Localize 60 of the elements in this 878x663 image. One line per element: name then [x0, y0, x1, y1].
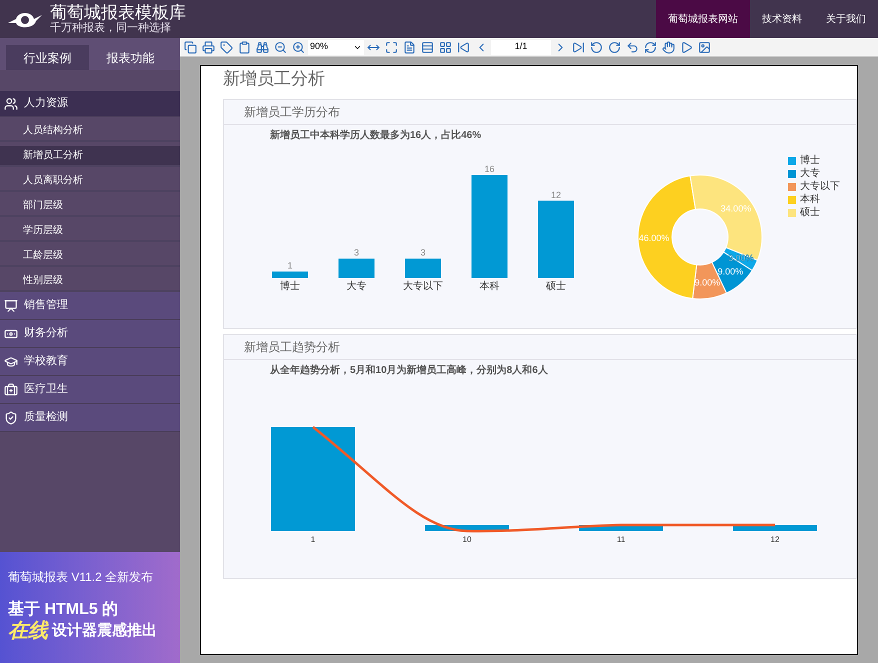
legend-label: 硕士: [800, 207, 820, 219]
banner-caption: 葡萄城报表 V11.2 全新发布: [8, 569, 154, 586]
menu-category[interactable]: 学校教育: [0, 348, 180, 376]
category-label: 12: [770, 535, 780, 544]
graduation-cap-icon: [4, 354, 18, 368]
report-title: 新增员工分析: [223, 68, 326, 90]
legend-label: 本科: [800, 194, 820, 206]
category-label: 博士: [280, 281, 300, 292]
chart-summary: 从全年趋势分析，5月和10月为新增员工高峰，分别为8人和6人: [269, 363, 549, 378]
tag-icon[interactable]: [218, 38, 235, 56]
bar: [405, 258, 441, 278]
slice-label: 9.00%: [718, 266, 744, 277]
bar-value: 1: [288, 260, 292, 271]
bar-value: 16: [484, 164, 494, 174]
presentation-board-icon: [4, 298, 18, 312]
category-label: 大专以下: [403, 281, 443, 292]
legend-label: 大专: [800, 168, 820, 180]
menu-category[interactable]: 质量检测: [0, 404, 180, 432]
bar-value: 3: [354, 248, 359, 258]
chart-summary: 新增员工中本科学历人数最多为16人，占比46%: [269, 128, 482, 143]
slice-label: 46.00%: [638, 232, 670, 243]
banner-highlight: 在线: [8, 620, 48, 642]
legend-label: 博士: [800, 155, 820, 167]
banner-headline: 基于 HTML5 的: [8, 600, 120, 620]
slice-label: 9.00%: [694, 277, 720, 288]
menu-category[interactable]: 人力资源: [0, 91, 180, 117]
nav-link[interactable]: 葡萄城报表网站: [656, 0, 750, 38]
category-label: 1: [310, 535, 316, 544]
category-label: 硕士: [546, 281, 566, 292]
banner-headline: 设计器震感推出: [52, 621, 157, 641]
medical-kit-icon: [4, 382, 18, 396]
slice-label: 34.00%: [720, 203, 752, 214]
bar: [272, 272, 308, 278]
menu-category[interactable]: 销售管理: [0, 292, 180, 320]
category-label: 大专: [346, 281, 366, 292]
sidebar-tab[interactable]: 行业案例: [6, 45, 89, 70]
site-slogan: 千万种报表，同一种选择: [50, 23, 172, 34]
page-field[interactable]: 1/1: [491, 40, 551, 54]
bar: [338, 258, 374, 278]
menu-category[interactable]: 财务分析: [0, 320, 180, 348]
bar-value: 3: [420, 248, 426, 258]
hand-icon[interactable]: [660, 38, 677, 56]
menu-category[interactable]: 医疗卫生: [0, 376, 180, 404]
printer-icon[interactable]: [200, 38, 217, 56]
nav-link[interactable]: 技术资料: [750, 0, 814, 38]
panel-title: 新增员工学历分布: [224, 100, 856, 125]
people-icon: [4, 96, 18, 110]
category-label: 本科: [480, 281, 500, 292]
bar-value: 12: [551, 190, 561, 200]
panel-title: 新增员工趋势分析: [224, 335, 856, 360]
sidebar-tab[interactable]: 报表功能: [89, 45, 172, 70]
site-title: 葡萄城报表模板库: [50, 4, 186, 21]
legend-label: 大专以下: [800, 181, 840, 193]
category-label: 10: [462, 535, 472, 544]
shield-icon: [4, 410, 18, 424]
nav-link[interactable]: 关于我们: [814, 0, 878, 38]
category-label: 11: [616, 535, 626, 544]
menu-item[interactable]: 新增员工分析: [0, 146, 180, 167]
copy-icon[interactable]: [182, 38, 199, 56]
zoom-select[interactable]: 90%: [308, 40, 364, 54]
